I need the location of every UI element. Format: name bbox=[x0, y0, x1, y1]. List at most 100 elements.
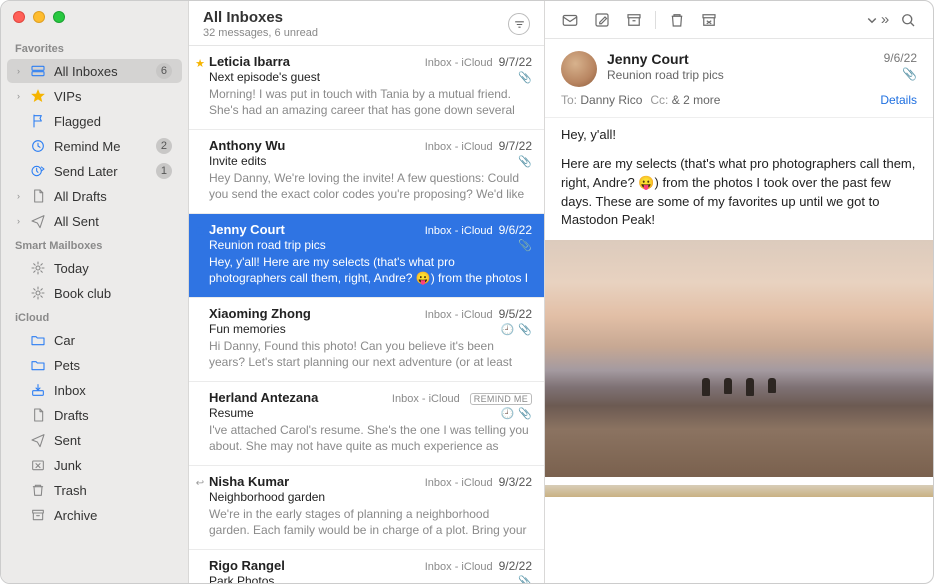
message-subject: Next episode's guest bbox=[209, 70, 514, 84]
mark-read-button[interactable] bbox=[555, 7, 585, 33]
sidebar-item-send-later[interactable]: Send Later1 bbox=[7, 159, 182, 183]
mailbox-title: All Inboxes bbox=[203, 9, 508, 26]
attachment-icon: 📎 bbox=[518, 323, 532, 336]
message-list: ★Leticia IbarraInbox - iCloud9/7/22Next … bbox=[189, 46, 544, 583]
message-preview: Hi Danny, Found this photo! Can you beli… bbox=[209, 338, 532, 372]
message-mailbox: Inbox - iCloud bbox=[425, 57, 493, 69]
attachment-icon: 📎 bbox=[884, 67, 917, 81]
toolbar: » bbox=[545, 1, 933, 39]
attachment-icon: 📎 bbox=[518, 71, 532, 84]
sidebar-item-label: All Drafts bbox=[54, 189, 172, 204]
sidebar-item-all-inboxes[interactable]: › All Inboxes6 bbox=[7, 59, 182, 83]
compose-button[interactable] bbox=[587, 7, 617, 33]
clock-icon: 🕘 bbox=[501, 323, 515, 336]
emoji-tongue: 😛 bbox=[638, 174, 654, 193]
message-date: 9/6/22 bbox=[499, 223, 532, 237]
more-button[interactable]: » bbox=[861, 7, 891, 33]
reader-subject: Reunion road trip pics bbox=[607, 68, 874, 82]
toolbar-separator bbox=[655, 11, 656, 29]
search-button[interactable] bbox=[893, 7, 923, 33]
disclosure-icon: › bbox=[17, 66, 27, 76]
message-row[interactable]: Xiaoming ZhongInbox - iCloud9/5/22Fun me… bbox=[189, 298, 544, 382]
sidebar-item-book-club[interactable]: Book club bbox=[7, 281, 182, 305]
filter-button[interactable] bbox=[508, 13, 530, 35]
badge: 6 bbox=[156, 63, 172, 79]
delete-button[interactable] bbox=[662, 7, 692, 33]
message-sender: Herland Antezana bbox=[209, 390, 392, 405]
message-subject: Fun memories bbox=[209, 322, 497, 336]
sidebar-item-drafts[interactable]: Drafts bbox=[7, 403, 182, 427]
attachment-icon: 📎 bbox=[518, 575, 532, 584]
message-preview: Hey, y'all! Here are my selects (that's … bbox=[209, 254, 532, 288]
message-mailbox: Inbox - iCloud bbox=[425, 225, 493, 237]
zoom-window-button[interactable] bbox=[53, 11, 65, 23]
message-indicator bbox=[195, 310, 205, 320]
message-row[interactable]: ↩Nisha KumarInbox - iCloud9/3/22Neighbor… bbox=[189, 466, 544, 550]
message-indicator bbox=[195, 226, 205, 236]
message-row[interactable]: Jenny CourtInbox - iCloud9/6/22Reunion r… bbox=[189, 214, 544, 298]
attachment-photo-2[interactable] bbox=[545, 485, 933, 497]
attachment-icon: 📎 bbox=[518, 155, 532, 168]
message-mailbox: Inbox - iCloud bbox=[425, 141, 493, 153]
badge: 2 bbox=[156, 138, 172, 154]
message-row[interactable]: ★Leticia IbarraInbox - iCloud9/7/22Next … bbox=[189, 46, 544, 130]
sidebar-item-archive[interactable]: Archive bbox=[7, 503, 182, 527]
message-indicator bbox=[195, 142, 205, 152]
archive-button[interactable] bbox=[619, 7, 649, 33]
message-subject: Resume bbox=[209, 406, 497, 420]
sidebar-item-label: All Inboxes bbox=[54, 64, 156, 79]
cc-value: & 2 more bbox=[672, 93, 721, 107]
minimize-window-button[interactable] bbox=[33, 11, 45, 23]
sidebar-item-all-sent[interactable]: ›All Sent bbox=[7, 209, 182, 233]
sidebar-item-flagged[interactable]: Flagged bbox=[7, 109, 182, 133]
to-value: Danny Rico bbox=[580, 93, 642, 107]
sidebar-section-header: iCloud bbox=[1, 306, 188, 327]
sidebar-item-sent[interactable]: Sent bbox=[7, 428, 182, 452]
message-indicator bbox=[195, 562, 205, 572]
message-subject: Invite edits bbox=[209, 154, 514, 168]
sidebar-item-label: Send Later bbox=[54, 164, 156, 179]
cc-label: Cc: bbox=[650, 93, 668, 107]
sidebar-item-label: VIPs bbox=[54, 89, 172, 104]
message-list-pane: All Inboxes 32 messages, 6 unread ★Letic… bbox=[189, 1, 545, 583]
message-date: 9/7/22 bbox=[499, 139, 532, 153]
inboxes-icon bbox=[29, 62, 47, 80]
message-indicator: ↩ bbox=[195, 478, 205, 488]
message-list-header: All Inboxes 32 messages, 6 unread bbox=[189, 1, 544, 46]
body-paragraph: Here are my selects (that's what pro pho… bbox=[561, 155, 917, 230]
sidebar-item-label: Car bbox=[54, 333, 172, 348]
sidebar-item-label: Trash bbox=[54, 483, 172, 498]
gear-icon bbox=[29, 259, 47, 277]
sidebar-item-vips[interactable]: ›VIPs bbox=[7, 84, 182, 108]
message-date: 9/2/22 bbox=[499, 559, 532, 573]
sidebar-item-remind-me[interactable]: Remind Me2 bbox=[7, 134, 182, 158]
sidebar-item-junk[interactable]: Junk bbox=[7, 453, 182, 477]
recipients-row: To: Danny Rico Cc: & 2 more Details bbox=[561, 93, 917, 107]
junk-button[interactable] bbox=[694, 7, 724, 33]
message-body: Hey, y'all! Here are my selects (that's … bbox=[545, 118, 933, 240]
sidebar-item-pets[interactable]: Pets bbox=[7, 353, 182, 377]
sidebar-item-car[interactable]: Car bbox=[7, 328, 182, 352]
message-row[interactable]: Rigo RangelInbox - iCloud9/2/22Park Phot… bbox=[189, 550, 544, 583]
flag-icon bbox=[29, 112, 47, 130]
message-mailbox: Inbox - iCloud bbox=[425, 477, 493, 489]
sidebar-item-all-drafts[interactable]: ›All Drafts bbox=[7, 184, 182, 208]
sender-avatar bbox=[561, 51, 597, 87]
sidebar-item-trash[interactable]: Trash bbox=[7, 478, 182, 502]
message-mailbox: Inbox - iCloud bbox=[425, 561, 493, 573]
sidebar-item-today[interactable]: Today bbox=[7, 256, 182, 280]
message-date: 9/5/22 bbox=[499, 307, 532, 321]
message-indicator: ★ bbox=[195, 58, 205, 68]
message-mailbox: Inbox - iCloud bbox=[392, 393, 460, 405]
details-link[interactable]: Details bbox=[880, 93, 917, 107]
message-sender: Jenny Court bbox=[209, 222, 425, 237]
archive-icon bbox=[29, 506, 47, 524]
close-window-button[interactable] bbox=[13, 11, 25, 23]
sidebar-item-inbox[interactable]: Inbox bbox=[7, 378, 182, 402]
attachment-photo-1[interactable] bbox=[545, 240, 933, 477]
attachment-icon: 📎 bbox=[518, 239, 532, 252]
message-row[interactable]: Herland AntezanaInbox - iCloudREMIND MER… bbox=[189, 382, 544, 466]
clock-icon: 🕘 bbox=[501, 407, 515, 420]
sidebar-item-label: Archive bbox=[54, 508, 172, 523]
message-row[interactable]: Anthony WuInbox - iCloud9/7/22Invite edi… bbox=[189, 130, 544, 214]
